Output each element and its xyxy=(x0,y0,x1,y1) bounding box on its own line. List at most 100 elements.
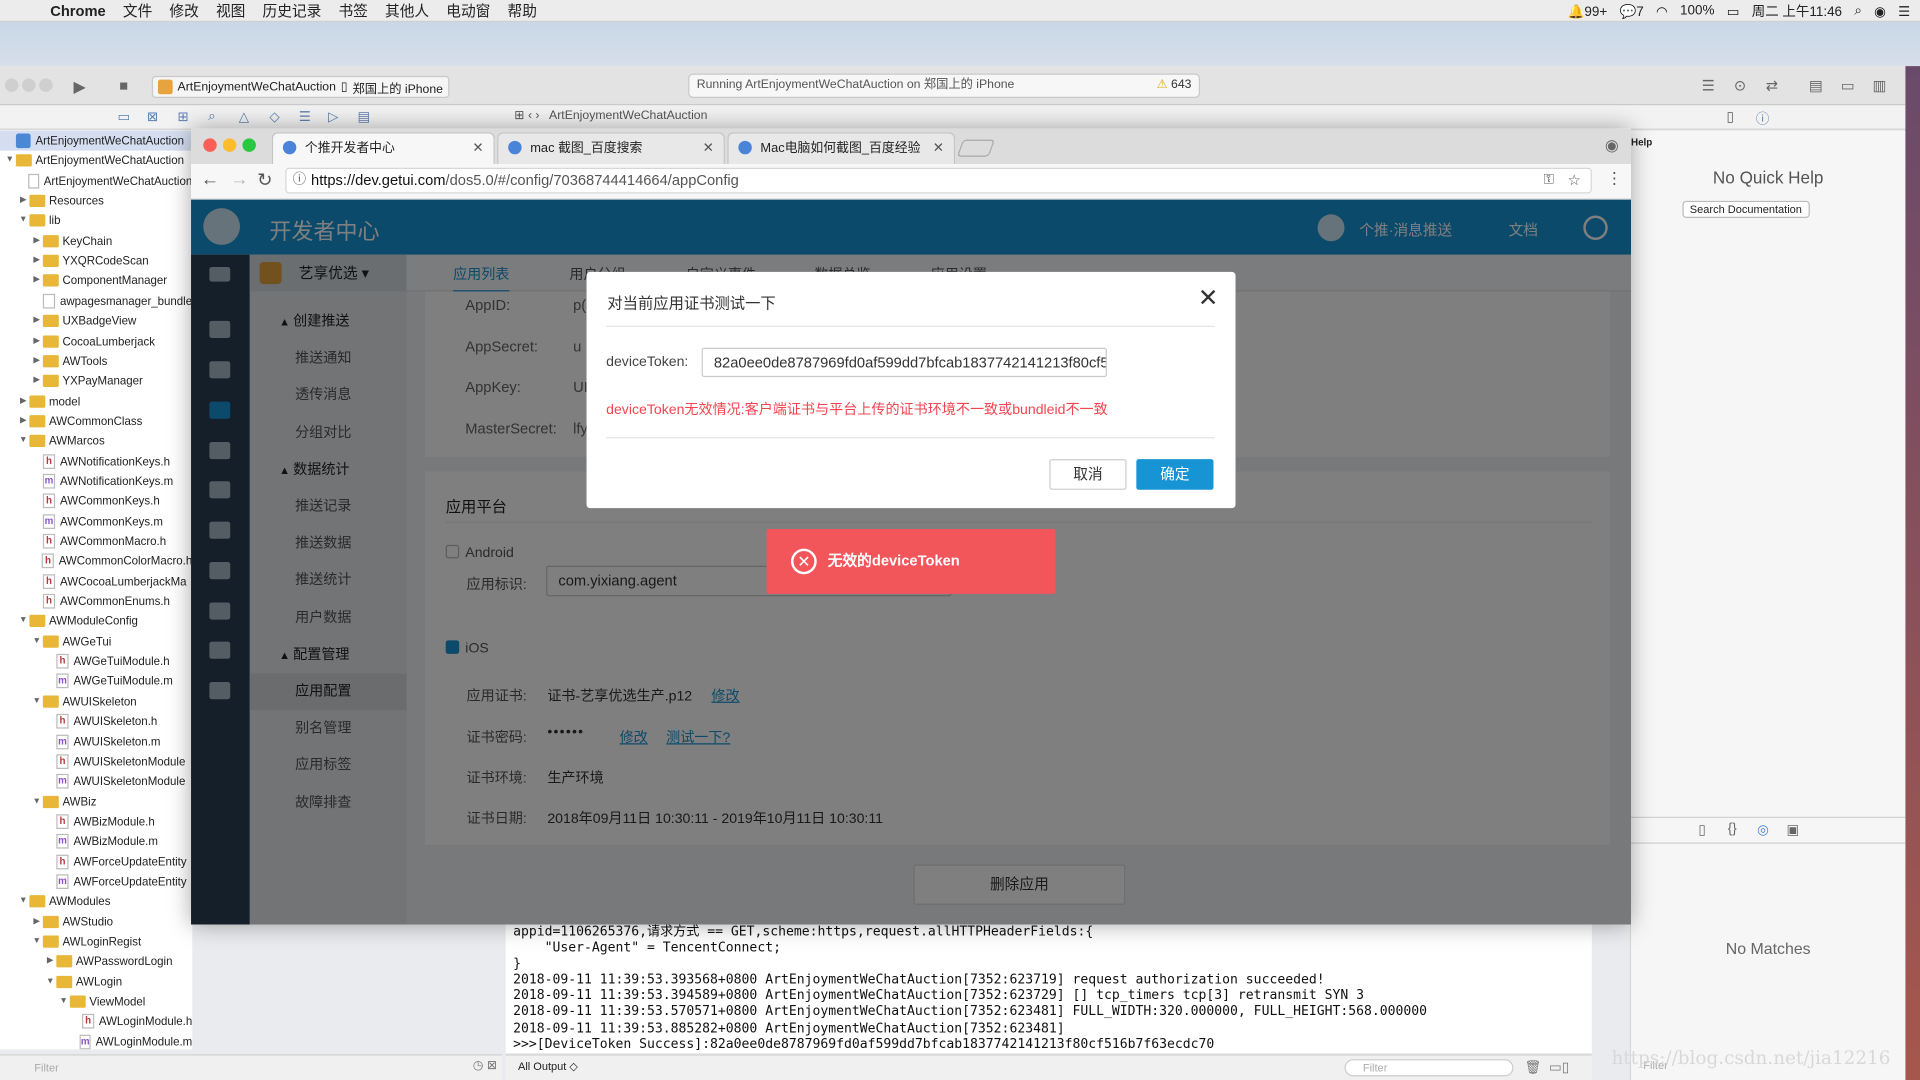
key-icon[interactable]: ⚿ xyxy=(1544,169,1554,192)
report-navigator-icon[interactable]: ▤ xyxy=(358,109,371,125)
navigator-row[interactable]: ▶ model xyxy=(0,391,192,411)
navigator-row[interactable]: h AWUISkeleton.h xyxy=(0,712,192,732)
navigator-row[interactable]: h AWForceUpdateEntity xyxy=(0,852,192,872)
search-documentation-button[interactable]: Search Documentation xyxy=(1682,200,1810,218)
navigator-row[interactable]: m AWBizModule.m xyxy=(0,832,192,852)
disclosure-open-icon[interactable]: ▼ xyxy=(31,692,43,712)
disclosure-open-icon[interactable]: ▼ xyxy=(31,792,43,812)
run-icon[interactable]: ▶ xyxy=(66,77,93,97)
notification-icon[interactable]: 🔔99+ xyxy=(1568,3,1608,19)
disclosure-open-icon[interactable]: ▼ xyxy=(58,992,70,1012)
navigator-row[interactable]: awpagesmanager_bundle xyxy=(0,291,192,311)
wechat-icon[interactable]: 💬7 xyxy=(1619,3,1643,19)
navigator-row[interactable]: h AWNotificationKeys.h xyxy=(0,451,192,471)
cancel-button[interactable]: 取消 xyxy=(1049,459,1127,490)
assistant-editor-icon[interactable]: ⊙ xyxy=(1727,77,1754,97)
chrome-close-button[interactable] xyxy=(203,138,217,152)
inspector-toggle-icon[interactable]: ▥ xyxy=(1866,77,1893,97)
object-library-icon[interactable]: ◎ xyxy=(1757,822,1769,838)
siri-icon[interactable]: ◉ xyxy=(1874,3,1886,19)
navigator-row[interactable]: ArtEnjoymentWeChatAuction xyxy=(0,171,192,191)
navigator-row[interactable]: h AWCommonColorMacro.h xyxy=(0,551,192,571)
navigator-row[interactable]: h AWUISkeletonModule xyxy=(0,752,192,772)
disclosure-open-icon[interactable]: ▼ xyxy=(17,892,29,912)
navigator-row[interactable]: ArtEnjoymentWeChatAuction xyxy=(0,131,193,151)
navigator-row[interactable]: ▼ AWModuleConfig xyxy=(0,612,192,632)
output-selector[interactable]: All Output ◇ xyxy=(518,1060,578,1073)
tab-getui[interactable]: 个推开发者中心 ✕ xyxy=(271,132,495,165)
navigator-row[interactable]: h AWGeTuiModule.h xyxy=(0,652,192,672)
disclosure-open-icon[interactable]: ▼ xyxy=(4,151,16,171)
navigator-row[interactable]: ▼ ArtEnjoymentWeChatAuction xyxy=(0,151,192,171)
tab-close-icon[interactable]: ✕ xyxy=(472,133,483,162)
navigator-row[interactable]: ▼ lib xyxy=(0,211,192,231)
file-inspector-icon[interactable]: ▯ xyxy=(1727,109,1734,125)
disclosure-open-icon[interactable]: ▼ xyxy=(17,431,29,451)
media-library-icon[interactable]: ▣ xyxy=(1787,822,1800,838)
chrome-minimize-button[interactable] xyxy=(222,138,237,152)
warning-badge[interactable]: ⚠ 643 xyxy=(1157,75,1192,97)
folder-navigator-icon[interactable]: ▭ xyxy=(118,109,131,125)
menu-view[interactable]: 视图 xyxy=(207,0,254,21)
navigator-row[interactable]: m AWGeTuiModule.m xyxy=(0,672,192,692)
window-minimize-button[interactable] xyxy=(22,78,36,92)
issue-navigator-icon[interactable]: △ xyxy=(239,109,249,125)
navigator-row[interactable]: ▶ AWPasswordLogin xyxy=(0,952,192,972)
navigator-row[interactable]: m AWUISkeletonModule xyxy=(0,772,192,792)
breakpoint-navigator-icon[interactable]: ▷ xyxy=(328,109,338,125)
battery-percent[interactable]: 100% xyxy=(1680,4,1714,19)
menu-people[interactable]: 其他人 xyxy=(376,0,437,21)
menu-history[interactable]: 历史记录 xyxy=(254,0,330,21)
debug-console[interactable]: appid=1106265376,请求方式 == GET,scheme:http… xyxy=(505,923,1592,1054)
disclosure-open-icon[interactable]: ▼ xyxy=(17,612,29,632)
info-icon[interactable]: ⓘ xyxy=(293,169,306,192)
clock[interactable]: 周二 上午11:46 xyxy=(1752,1,1842,21)
menu-help[interactable]: 帮助 xyxy=(499,0,546,21)
address-bar[interactable]: ⓘ https://dev.getui.com/dos5.0/#/config/… xyxy=(285,167,1592,194)
disclosure-closed-icon[interactable]: ▶ xyxy=(31,351,43,371)
navigator-row[interactable]: ▼ AWModules xyxy=(0,892,192,912)
navigator-row[interactable]: h AWLoginModule.h xyxy=(0,1012,192,1032)
disclosure-closed-icon[interactable]: ▶ xyxy=(31,271,43,291)
navigator-row[interactable]: ▼ AWBiz xyxy=(0,792,192,812)
source-control-icon[interactable]: ⊠ xyxy=(147,109,158,125)
tab-close-icon[interactable]: ✕ xyxy=(933,133,944,162)
recent-files-icon[interactable]: ◷ ⊠ xyxy=(473,1059,497,1072)
split-view-icon[interactable]: ▭▯ xyxy=(1549,1059,1569,1075)
navigator-row[interactable]: ▶ YXPayManager xyxy=(0,371,192,391)
disclosure-closed-icon[interactable]: ▶ xyxy=(17,191,29,211)
debug-navigator-icon[interactable]: ☰ xyxy=(299,109,311,125)
navigator-row[interactable]: ▼ AWLogin xyxy=(0,972,192,992)
navigator-row[interactable]: h AWCommonEnums.h xyxy=(0,591,192,611)
menu-window[interactable]: 电动窗 xyxy=(438,0,499,21)
profile-icon[interactable]: ◉ xyxy=(1605,136,1619,156)
chrome-menu-icon[interactable]: ⋮ xyxy=(1607,169,1623,189)
navigator-row[interactable]: m AWLoginModule.m xyxy=(0,1032,192,1050)
navigator-row[interactable]: h AWCommonKeys.h xyxy=(0,491,192,511)
jump-bar[interactable]: ⊞ ‹ › ArtEnjoymentWeChatAuction xyxy=(514,109,707,122)
file-template-icon[interactable]: ▯ xyxy=(1698,822,1705,838)
disclosure-closed-icon[interactable]: ▶ xyxy=(31,251,43,271)
spotlight-icon[interactable]: ⌕ xyxy=(1854,3,1862,19)
navigator-row[interactable]: ▶ AWCommonClass xyxy=(0,411,192,431)
confirm-button[interactable]: 确定 xyxy=(1136,459,1214,490)
menu-file[interactable]: 文件 xyxy=(114,0,161,21)
disclosure-closed-icon[interactable]: ▶ xyxy=(31,331,43,351)
disclosure-closed-icon[interactable]: ▶ xyxy=(31,311,43,331)
navigator-row[interactable]: h AWCocoaLumberjackMa xyxy=(0,571,192,591)
navigator-row[interactable]: m AWUISkeleton.m xyxy=(0,732,192,752)
disclosure-closed-icon[interactable]: ▶ xyxy=(17,391,29,411)
new-tab-button[interactable] xyxy=(956,139,995,157)
window-close-button[interactable] xyxy=(4,78,19,92)
navigator-row[interactable]: ▶ CocoaLumberjack xyxy=(0,331,192,351)
navigator-row[interactable]: ▼ AWLoginRegist xyxy=(0,932,192,952)
navigator-row[interactable]: ▶ ComponentManager xyxy=(0,271,192,291)
tab-baidu-jingyan[interactable]: Mac电脑如何截图_百度经验 ✕ xyxy=(727,132,956,165)
version-editor-icon[interactable]: ⇄ xyxy=(1758,77,1785,97)
quick-help-icon[interactable]: ⓘ xyxy=(1756,109,1769,129)
scheme-selector[interactable]: ArtEnjoymentWeChatAuction ▯ 郑国上的 iPhone xyxy=(151,75,450,98)
navigator-row[interactable]: ▼ AWUISkeleton xyxy=(0,692,192,712)
menu-edit[interactable]: 修改 xyxy=(161,0,208,21)
disclosure-closed-icon[interactable]: ▶ xyxy=(17,411,29,431)
trash-icon[interactable]: 🗑 xyxy=(1525,1059,1542,1075)
